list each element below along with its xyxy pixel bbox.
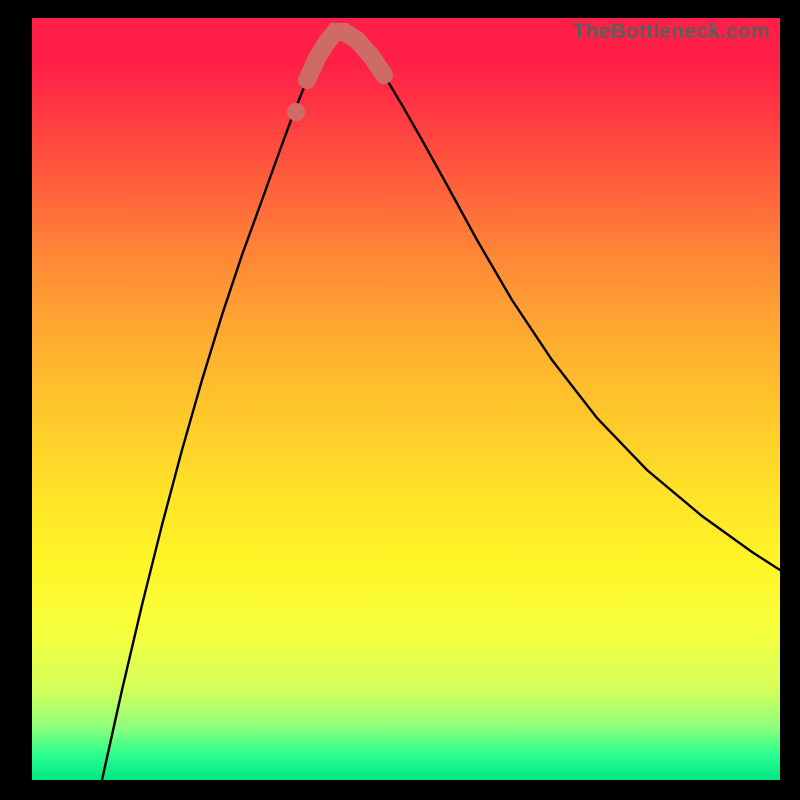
bottleneck-curve [102, 32, 780, 780]
highlight-dot [287, 103, 305, 121]
chart-svg [32, 18, 780, 780]
highlight-segment [307, 32, 384, 80]
chart-plot-area: TheBottleneck.com [32, 18, 780, 780]
